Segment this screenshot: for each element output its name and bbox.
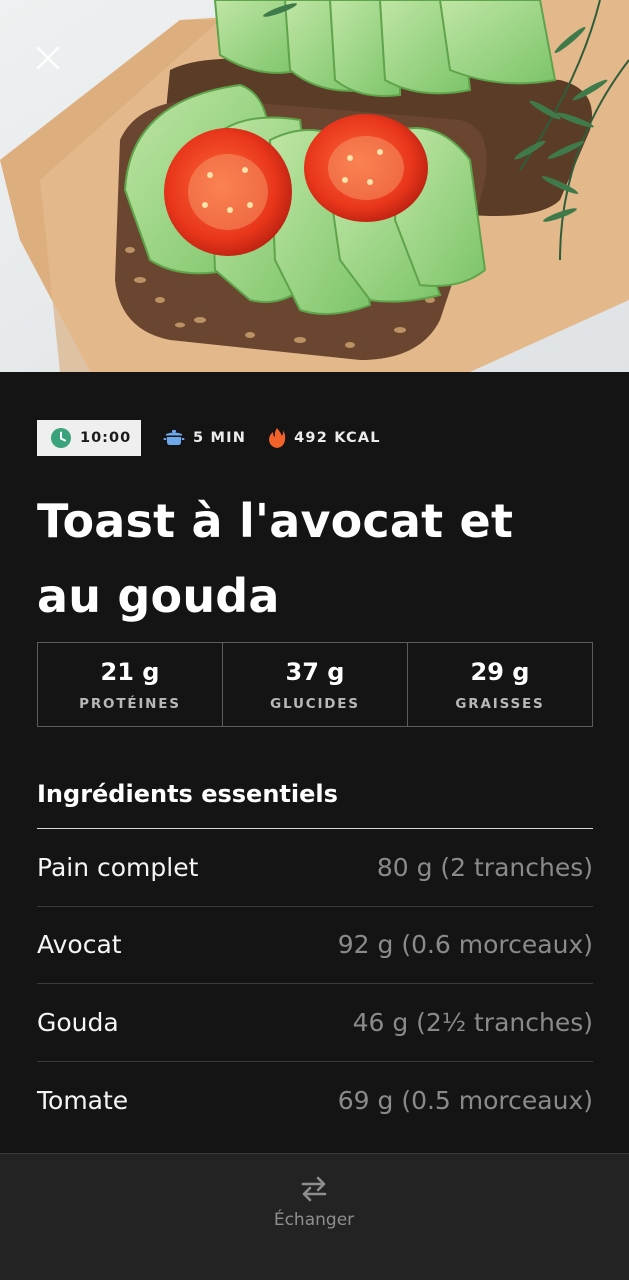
ingredient-row: Gouda 46 g (2½ tranches) bbox=[37, 984, 593, 1062]
duration-info: 5 MIN bbox=[163, 429, 246, 447]
macros-table: 21 g PROTÉINES 37 g GLUCIDES 29 g GRAISS… bbox=[37, 642, 593, 727]
clock-icon bbox=[51, 428, 71, 448]
swap-button[interactable]: Échanger bbox=[264, 1174, 364, 1238]
swap-arrows-icon bbox=[301, 1176, 327, 1202]
macro-value: 21 g bbox=[100, 657, 160, 686]
ingredients-list: Pain complet 80 g (2 tranches) Avocat 92… bbox=[37, 828, 593, 1139]
ingredient-quantity: 46 g (2½ tranches) bbox=[352, 1007, 593, 1037]
recipe-title: Toast à l'avocat et au gouda bbox=[37, 494, 514, 624]
ingredient-name: Pain complet bbox=[37, 852, 199, 882]
macro-label: GRAISSES bbox=[455, 695, 545, 712]
macro-label: PROTÉINES bbox=[79, 695, 181, 712]
flame-icon bbox=[269, 428, 286, 448]
ingredient-name: Tomate bbox=[37, 1085, 129, 1115]
ingredient-quantity: 92 g (0.6 morceaux) bbox=[337, 930, 593, 960]
ingredient-quantity: 80 g (2 tranches) bbox=[376, 852, 593, 882]
pot-icon bbox=[163, 430, 185, 445]
ingredient-row: Pain complet 80 g (2 tranches) bbox=[37, 829, 593, 907]
ingredient-name: Gouda bbox=[37, 1007, 119, 1037]
bottom-action-bar: Échanger bbox=[0, 1153, 629, 1280]
avocado-toast-illustration bbox=[0, 0, 629, 372]
ingredient-row: Avocat 92 g (0.6 morceaux) bbox=[37, 907, 593, 984]
close-icon bbox=[36, 46, 60, 70]
macro-carbs: 37 g GLUCIDES bbox=[222, 643, 407, 726]
duration-text: 5 MIN bbox=[193, 430, 247, 446]
swap-label: Échanger bbox=[273, 1210, 355, 1230]
calories-text: 492 KCAL bbox=[294, 430, 381, 446]
ingredient-name: Avocat bbox=[37, 930, 122, 960]
calories-info: 492 KCAL bbox=[268, 427, 381, 449]
recipe-meta: 10:00 5 MIN 492 KCAL bbox=[37, 420, 381, 456]
recipe-hero-image bbox=[0, 0, 629, 372]
ingredient-row: Tomate 69 g (0.5 morceaux) bbox=[37, 1062, 593, 1140]
macro-fats: 29 g GRAISSES bbox=[407, 643, 592, 726]
macro-value: 29 g bbox=[470, 657, 530, 686]
ingredient-quantity: 69 g (0.5 morceaux) bbox=[337, 1085, 593, 1115]
close-button[interactable] bbox=[30, 40, 66, 76]
macro-label: GLUCIDES bbox=[270, 695, 360, 712]
time-text: 10:00 bbox=[80, 430, 132, 446]
time-badge: 10:00 bbox=[37, 420, 141, 456]
macro-value: 37 g bbox=[285, 657, 345, 686]
ingredients-heading: Ingrédients essentiels bbox=[37, 780, 338, 808]
macro-proteins: 21 g PROTÉINES bbox=[38, 643, 222, 726]
